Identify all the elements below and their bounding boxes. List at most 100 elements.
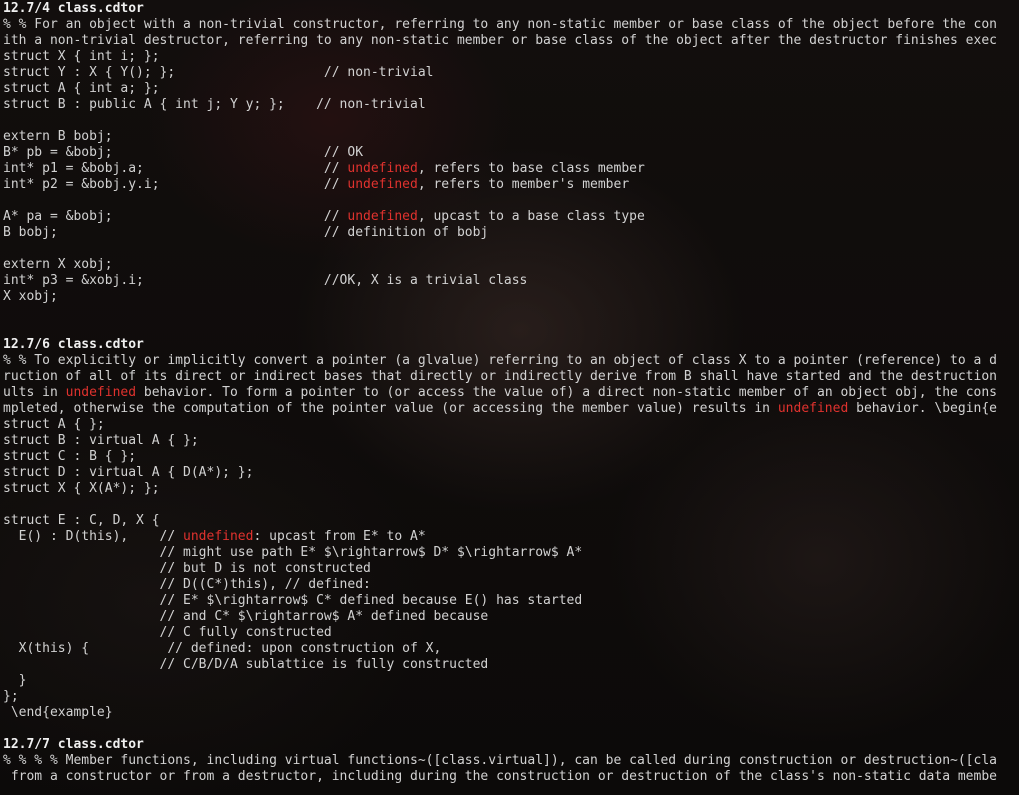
terminal-line: B* pb = &bobj; // OK <box>3 145 1019 161</box>
undefined-keyword: undefined <box>347 161 418 176</box>
terminal-line: int* p3 = &xobj.i; //OK, X is a trivial … <box>3 273 1019 289</box>
terminal-output[interactable]: 12.7/4 class.cdtor% % For an object with… <box>3 1 1019 785</box>
terminal-line: extern X xobj; <box>3 257 1019 273</box>
terminal-line: mpleted, otherwise the computation of th… <box>3 401 1019 417</box>
text-segment: struct A { int a; }; <box>3 81 160 96</box>
terminal-line: % % For an object with a non-trivial con… <box>3 17 1019 33</box>
text-segment: % % For an object with a non-trivial con… <box>3 17 997 32</box>
terminal-line: B bobj; // definition of bobj <box>3 225 1019 241</box>
terminal-line: E() : D(this), // undefined: upcast from… <box>3 529 1019 545</box>
text-segment: A* pa = &bobj; // <box>3 209 348 224</box>
text-segment: struct A { }; <box>3 417 105 432</box>
terminal-line: // and C* $\rightarrow$ A* defined becau… <box>3 609 1019 625</box>
text-segment: , refers to member's member <box>417 177 630 192</box>
text-segment: behavior. To form a pointer to (or acces… <box>136 385 998 400</box>
terminal-line: struct Y : X { Y(); }; // non-trivial <box>3 65 1019 81</box>
terminal-line: struct B : public A { int j; Y y; }; // … <box>3 97 1019 113</box>
text-segment: // and C* $\rightarrow$ A* defined becau… <box>3 609 489 624</box>
text-segment: X xobj; <box>3 289 58 304</box>
terminal-line: \end{example} <box>3 705 1019 721</box>
terminal-line: // might use path E* $\rightarrow$ D* $\… <box>3 545 1019 561</box>
text-segment: E() : D(this), // <box>3 529 184 544</box>
text-segment: // but D is not constructed <box>3 561 371 576</box>
terminal-line: struct A { int a; }; <box>3 81 1019 97</box>
text-segment: ith a non-trivial destructor, referring … <box>3 33 997 48</box>
undefined-keyword: undefined <box>347 177 418 192</box>
undefined-keyword: undefined <box>65 385 137 400</box>
text-segment: from a constructor or from a destructor,… <box>3 769 997 784</box>
text-segment: int* p3 = &xobj.i; //OK, X is a trivial … <box>3 273 528 288</box>
text-segment: B* pb = &bobj; // OK <box>3 145 364 160</box>
terminal-line: ruction of all of its direct or indirect… <box>3 369 1019 385</box>
text-segment: mpleted, otherwise the computation of th… <box>3 401 778 416</box>
text-segment: B bobj; // definition of bobj <box>3 225 489 240</box>
text-segment: extern X xobj; <box>3 257 113 272</box>
text-segment: struct Y : X { Y(); }; // non-trivial <box>3 65 434 80</box>
text-segment: // C fully constructed <box>3 625 332 640</box>
text-segment: , refers to base class member <box>417 161 645 176</box>
text-segment: 12.7/7 class.cdtor <box>3 737 144 752</box>
text-segment: ruction of all of its direct or indirect… <box>3 369 997 384</box>
terminal-line: struct X { int i; }; <box>3 49 1019 65</box>
text-segment: struct B : virtual A { }; <box>3 433 199 448</box>
text-segment: }; <box>3 689 19 704</box>
terminal-line: struct A { }; <box>3 417 1019 433</box>
terminal-window[interactable]: 12.7/4 class.cdtor% % For an object with… <box>0 0 1019 795</box>
text-segment: : upcast from E* to A* <box>253 529 426 544</box>
text-segment: % % To explicitly or implicitly convert … <box>3 353 997 368</box>
terminal-line: // but D is not constructed <box>3 561 1019 577</box>
text-segment: struct C : B { }; <box>3 449 137 464</box>
section-heading: 12.7/4 class.cdtor <box>3 1 1019 17</box>
text-segment: extern B bobj; <box>3 129 113 144</box>
text-segment: // E* $\rightarrow$ C* defined because E… <box>3 593 583 608</box>
terminal-line: ith a non-trivial destructor, referring … <box>3 33 1019 49</box>
text-segment: % % % % Member functions, including virt… <box>3 753 997 768</box>
section-heading: 12.7/6 class.cdtor <box>3 337 1019 353</box>
terminal-line: struct C : B { }; <box>3 449 1019 465</box>
terminal-line: X xobj; <box>3 289 1019 305</box>
text-segment: behavior. \begin{e <box>848 401 998 416</box>
undefined-keyword: undefined <box>183 529 254 544</box>
terminal-line: } <box>3 673 1019 689</box>
undefined-keyword: undefined <box>777 401 849 416</box>
text-segment: } <box>3 673 27 688</box>
text-segment: struct X { X(A*); }; <box>3 481 160 496</box>
terminal-line: int* p2 = &bobj.y.i; // undefined, refer… <box>3 177 1019 193</box>
terminal-line: }; <box>3 689 1019 705</box>
terminal-line: X(this) { // defined: upon construction … <box>3 641 1019 657</box>
terminal-line: % % % % Member functions, including virt… <box>3 753 1019 769</box>
terminal-line: struct E : C, D, X { <box>3 513 1019 529</box>
text-segment: struct B : public A { int j; Y y; }; // … <box>3 97 426 112</box>
terminal-line: struct D : virtual A { D(A*); }; <box>3 465 1019 481</box>
text-segment: 12.7/4 class.cdtor <box>3 1 144 16</box>
text-segment: // C/B/D/A sublattice is fully construct… <box>3 657 489 672</box>
text-segment: int* p1 = &bobj.a; // <box>3 161 348 176</box>
text-segment: X(this) { // defined: upon construction … <box>3 641 442 656</box>
text-segment: \end{example} <box>3 705 113 720</box>
text-segment: struct D : virtual A { D(A*); }; <box>3 465 254 480</box>
terminal-line: extern B bobj; <box>3 129 1019 145</box>
terminal-line: // E* $\rightarrow$ C* defined because E… <box>3 593 1019 609</box>
terminal-line: struct X { X(A*); }; <box>3 481 1019 497</box>
text-segment: ults in <box>3 385 66 400</box>
terminal-line: // C/B/D/A sublattice is fully construct… <box>3 657 1019 673</box>
terminal-line: from a constructor or from a destructor,… <box>3 769 1019 785</box>
terminal-line: // D((C*)this), // defined: <box>3 577 1019 593</box>
terminal-line: // C fully constructed <box>3 625 1019 641</box>
terminal-line: ults in undefined behavior. To form a po… <box>3 385 1019 401</box>
text-segment: // D((C*)this), // defined: <box>3 577 371 592</box>
terminal-line: struct B : virtual A { }; <box>3 433 1019 449</box>
section-heading: 12.7/7 class.cdtor <box>3 737 1019 753</box>
undefined-keyword: undefined <box>347 209 418 224</box>
text-segment: , upcast to a base class type <box>417 209 645 224</box>
terminal-line: int* p1 = &bobj.a; // undefined, refers … <box>3 161 1019 177</box>
text-segment: int* p2 = &bobj.y.i; // <box>3 177 348 192</box>
text-segment: struct X { int i; }; <box>3 49 160 64</box>
